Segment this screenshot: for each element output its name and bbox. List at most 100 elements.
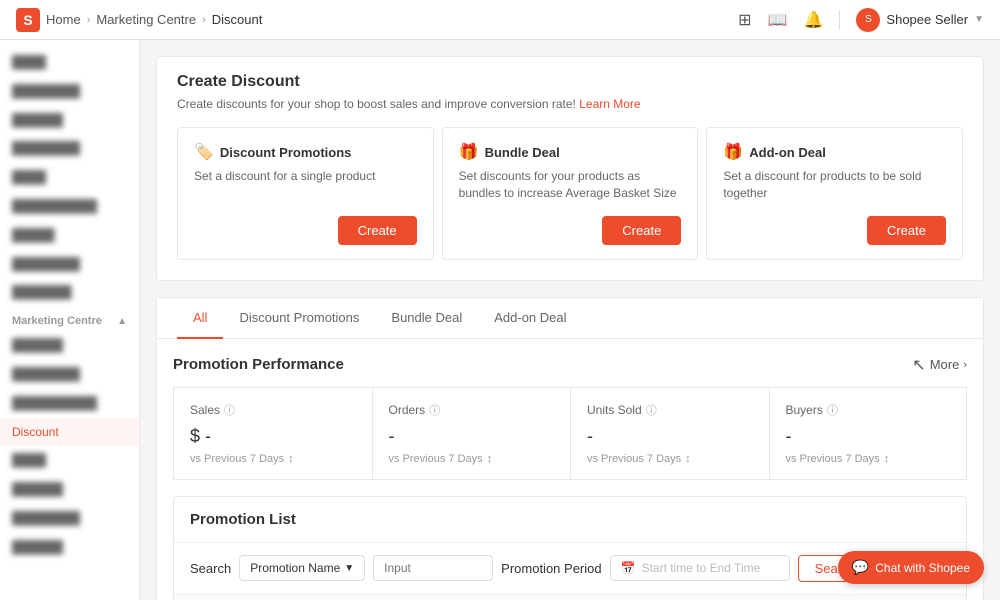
sidebar-collapse-icon[interactable]: ▲ — [117, 316, 127, 327]
sidebar-item-5[interactable]: ████ — [0, 163, 139, 192]
discount-promotions-icon: 🏷️ — [194, 142, 214, 162]
seller-avatar: S — [856, 8, 880, 32]
sidebar-sub-item-5[interactable]: ██████ — [0, 475, 139, 504]
promotion-tabs: All Discount Promotions Bundle Deal Add-… — [157, 298, 983, 339]
sidebar-item-8[interactable]: ████████ — [0, 250, 139, 279]
option-title-addon: 🎁 Add-on Deal — [723, 142, 946, 162]
tab-bundle-deal[interactable]: Bundle Deal — [375, 298, 478, 339]
perf-units-value: - — [587, 426, 753, 447]
grid-icon[interactable]: ⊞ — [738, 10, 751, 30]
sidebar-sub-item-6[interactable]: ████████ — [0, 504, 139, 533]
search-type-dropdown[interactable]: Promotion Name ▼ — [239, 555, 365, 581]
search-input[interactable] — [373, 555, 493, 581]
main-content: Create Discount Create discounts for you… — [140, 40, 1000, 600]
perf-units-info-icon[interactable]: ⓘ — [646, 402, 657, 418]
create-discount-header: Create Discount Create discounts for you… — [157, 57, 983, 111]
trend-icon: ↕ — [288, 453, 294, 465]
promotion-list-section: Promotion List Search Promotion Name ▼ P… — [173, 496, 967, 600]
bundle-deal-icon: 🎁 — [459, 142, 479, 162]
chat-icon: 💬 — [852, 559, 869, 576]
create-bundle-deal-button[interactable]: Create — [602, 216, 681, 245]
chat-label: Chat with Shopee — [875, 561, 970, 575]
breadcrumb-home[interactable]: Home — [46, 12, 81, 27]
option-title-discount: 🏷️ Discount Promotions — [194, 142, 417, 162]
perf-orders: Orders ⓘ - vs Previous 7 Days ↕ — [372, 387, 571, 480]
calendar-icon: 📅 — [621, 561, 636, 575]
breadcrumb-marketing[interactable]: Marketing Centre — [96, 12, 196, 27]
perf-buyers: Buyers ⓘ - vs Previous 7 Days ↕ — [769, 387, 968, 480]
option-title-bundle: 🎁 Bundle Deal — [459, 142, 682, 162]
create-addon-deal-button[interactable]: Create — [867, 216, 946, 245]
tab-discount-promotions[interactable]: Discount Promotions — [223, 298, 375, 339]
learn-more-link[interactable]: Learn More — [579, 97, 640, 111]
sidebar-sub-item-4[interactable]: ████ — [0, 446, 139, 475]
sidebar-item-4[interactable]: ████████ — [0, 134, 139, 163]
chat-widget[interactable]: 💬 Chat with Shopee — [838, 551, 984, 584]
more-link[interactable]: ↖ More › — [912, 355, 967, 375]
sidebar-item-3[interactable]: ██████ — [0, 106, 139, 135]
perf-orders-label: Orders ⓘ — [389, 402, 555, 418]
create-discount-desc: Create discounts for your shop to boost … — [177, 97, 963, 111]
trend-icon-3: ↕ — [685, 453, 691, 465]
book-icon[interactable]: 📖 — [768, 10, 788, 30]
date-range-input[interactable]: 📅 Start time to End Time — [610, 555, 790, 581]
tab-all[interactable]: All — [177, 298, 223, 339]
promotion-list-header: Promotion List — [174, 497, 966, 543]
sidebar-item-discount[interactable]: Discount — [0, 418, 139, 447]
perf-sales-info-icon[interactable]: ⓘ — [224, 402, 235, 418]
option-desc-bundle: Set discounts for your products as bundl… — [459, 168, 682, 202]
perf-section-title: Promotion Performance — [173, 356, 344, 373]
trend-icon-2: ↕ — [487, 453, 493, 465]
main-layout: ████ ████████ ██████ ████████ ████ █████… — [0, 40, 1000, 600]
option-desc-discount: Set a discount for a single product — [194, 168, 417, 202]
sidebar-item-6[interactable]: ██████████ — [0, 192, 139, 221]
nav-actions: ⊞ 📖 🔔 S Shopee Seller ▼ — [738, 8, 984, 32]
perf-sales-label: Sales ⓘ — [190, 402, 356, 418]
create-discount-card: Create Discount Create discounts for you… — [156, 56, 984, 281]
col-header-type: Promotion Type — [357, 595, 559, 600]
seller-account[interactable]: S Shopee Seller ▼ — [856, 8, 984, 32]
shopee-logo: S — [16, 8, 40, 32]
perf-buyers-compare: vs Previous 7 Days ↕ — [786, 453, 951, 465]
sidebar-section-marketing: Marketing Centre ▲ — [0, 307, 139, 331]
table-header-row: All ▲ Promotion Type Products Period Act… — [174, 595, 966, 600]
sidebar-sub-item-7[interactable]: ██████ — [0, 533, 139, 562]
cursor-icon: ↖ — [912, 355, 925, 375]
perf-orders-info-icon[interactable]: ⓘ — [429, 402, 440, 418]
seller-name: Shopee Seller — [886, 12, 968, 27]
col-header-products: Products — [560, 595, 672, 600]
bell-icon[interactable]: 🔔 — [804, 10, 824, 30]
sidebar-item-2[interactable]: ████████ — [0, 77, 139, 106]
sidebar-item-7[interactable]: █████ — [0, 221, 139, 250]
perf-units-compare: vs Previous 7 Days ↕ — [587, 453, 753, 465]
sidebar: ████ ████████ ██████ ████████ ████ █████… — [0, 40, 140, 600]
sidebar-sub-item-1[interactable]: ██████ — [0, 331, 139, 360]
option-desc-addon: Set a discount for products to be sold t… — [723, 168, 946, 202]
sidebar-sub-item-2[interactable]: ████████ — [0, 360, 139, 389]
perf-units: Units Sold ⓘ - vs Previous 7 Days ↕ — [570, 387, 769, 480]
sidebar-item-9[interactable]: ███████ — [0, 278, 139, 307]
breadcrumb-area: S Home › Marketing Centre › Discount — [16, 8, 262, 32]
promotion-list-title: Promotion List — [190, 511, 950, 528]
perf-buyers-label: Buyers ⓘ — [786, 402, 951, 418]
promotion-table: All ▲ Promotion Type Products Period Act… — [174, 595, 966, 600]
discount-promotions-option: 🏷️ Discount Promotions Set a discount fo… — [177, 127, 434, 260]
create-discount-title: Create Discount — [177, 73, 963, 91]
chevron-right-icon: › — [963, 359, 967, 371]
dropdown-chevron-icon: ▼ — [344, 563, 354, 574]
perf-buyers-value: - — [786, 426, 951, 447]
discount-options: 🏷️ Discount Promotions Set a discount fo… — [157, 111, 983, 280]
breadcrumb-sep-1: › — [87, 14, 91, 26]
perf-units-label: Units Sold ⓘ — [587, 402, 753, 418]
create-discount-promotions-button[interactable]: Create — [338, 216, 417, 245]
sidebar-sub-item-3[interactable]: ██████████ — [0, 389, 139, 418]
perf-buyers-info-icon[interactable]: ⓘ — [827, 402, 838, 418]
tab-addon-deal[interactable]: Add-on Deal — [478, 298, 582, 339]
perf-orders-compare: vs Previous 7 Days ↕ — [389, 453, 555, 465]
breadcrumb-sep-2: › — [202, 14, 206, 26]
col-header-all: All ▲ — [174, 595, 357, 600]
perf-metrics-grid: Sales ⓘ $ - vs Previous 7 Days ↕ Orders … — [173, 387, 967, 480]
nav-divider — [839, 10, 840, 30]
sidebar-item-1[interactable]: ████ — [0, 48, 139, 77]
period-label: Promotion Period — [501, 561, 601, 576]
